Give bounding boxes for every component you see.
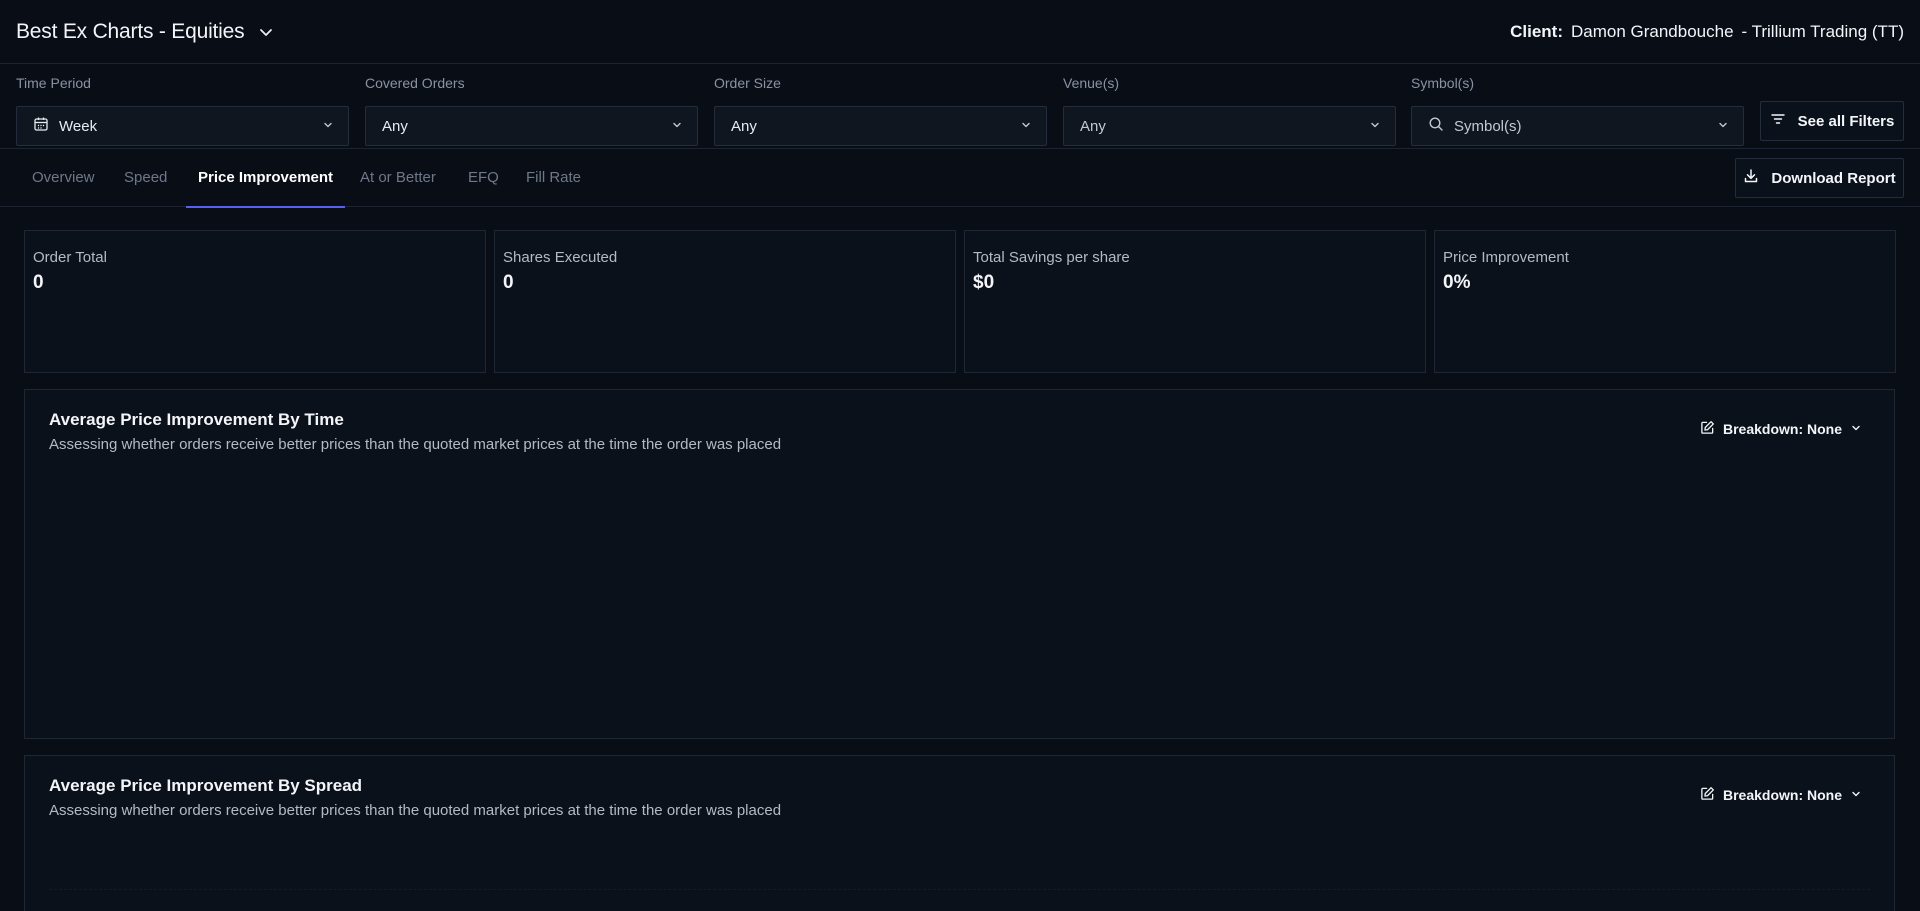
panel-subtitle: Assessing whether orders receive better … <box>49 436 782 453</box>
chart-plot-area <box>49 490 1870 720</box>
filter-order-size: Order Size Any <box>714 74 1047 146</box>
tab-at-or-better[interactable]: At or Better <box>348 149 448 207</box>
dashboard-selector[interactable]: Best Ex Charts - Equities <box>16 20 274 44</box>
breakdown-dropdown[interactable]: Breakdown: None <box>1700 786 1862 804</box>
chevron-down-icon <box>1850 787 1862 803</box>
panel-title: Average Price Improvement By Spread <box>49 776 363 795</box>
venues-select[interactable]: Any <box>1063 106 1396 146</box>
calendar-icon <box>33 116 49 136</box>
chevron-down-icon <box>1369 118 1381 135</box>
chevron-down-icon <box>1020 118 1032 135</box>
time-period-value: Week <box>59 117 98 135</box>
panel-title: Average Price Improvement By Time <box>49 410 344 429</box>
see-all-filters-button[interactable]: See all Filters <box>1760 101 1904 141</box>
filter-label: Venue(s) <box>1063 75 1120 91</box>
breakdown-label: Breakdown: None <box>1722 421 1842 437</box>
download-report-button[interactable]: Download Report <box>1735 158 1904 198</box>
filter-time-period: Time Period Week <box>16 74 349 146</box>
client-info: Client: Damon Grandbouche - Trillium Tra… <box>1510 22 1904 42</box>
filter-covered-orders: Covered Orders Any <box>365 74 698 146</box>
tab-price-improvement[interactable]: Price Improvement <box>186 149 346 208</box>
stat-label: Order Total <box>33 249 107 266</box>
chart-plot-area <box>49 856 1870 911</box>
covered-orders-select[interactable]: Any <box>365 106 698 146</box>
tab-overview[interactable]: Overview <box>20 149 107 207</box>
top-header: Best Ex Charts - Equities Client: Damon … <box>0 0 1920 64</box>
covered-orders-value: Any <box>382 117 408 135</box>
filter-label: Order Size <box>714 75 781 91</box>
time-period-select[interactable]: Week <box>16 106 349 146</box>
filter-label: Covered Orders <box>365 75 465 91</box>
tab-speed[interactable]: Speed <box>112 149 179 207</box>
stat-value: 0 <box>33 272 44 293</box>
stat-label: Price Improvement <box>1443 249 1569 266</box>
download-report-label: Download Report <box>1771 169 1896 187</box>
chevron-down-icon <box>258 24 274 40</box>
search-icon <box>1428 116 1444 136</box>
tab-bar: Overview Speed Price Improvement At or B… <box>0 149 1920 208</box>
filter-symbols: Symbol(s) Symbol(s) <box>1411 74 1744 146</box>
chevron-down-icon <box>1717 118 1729 135</box>
stat-shares-executed: Shares Executed 0 <box>494 230 956 373</box>
symbols-placeholder: Symbol(s) <box>1454 117 1522 135</box>
stat-value: 0% <box>1443 272 1471 293</box>
tab-efq[interactable]: EFQ <box>456 149 511 207</box>
edit-icon <box>1700 786 1715 804</box>
tab-fill-rate[interactable]: Fill Rate <box>514 149 593 207</box>
order-size-value: Any <box>731 117 757 135</box>
stat-value: 0 <box>503 272 514 293</box>
symbols-search[interactable]: Symbol(s) <box>1411 106 1744 146</box>
client-name: Damon Grandbouche <box>1570 21 1734 41</box>
stat-label: Total Savings per share <box>973 249 1130 266</box>
filter-label: Symbol(s) <box>1411 75 1475 91</box>
venues-value: Any <box>1080 117 1106 135</box>
panel-subtitle: Assessing whether orders receive better … <box>49 802 782 819</box>
client-label: Client: <box>1510 21 1563 41</box>
stat-order-total: Order Total 0 <box>24 230 486 373</box>
edit-icon <box>1700 420 1715 438</box>
chevron-down-icon <box>322 118 334 135</box>
breakdown-dropdown[interactable]: Breakdown: None <box>1700 420 1862 438</box>
chevron-down-icon <box>671 118 683 135</box>
chart-panel-by-time: Average Price Improvement By Time Assess… <box>24 389 1895 739</box>
stat-label: Shares Executed <box>503 249 618 266</box>
filter-label: Time Period <box>16 75 91 91</box>
client-firm: - Trillium Trading (TT) <box>1741 21 1904 41</box>
page-title: Best Ex Charts - Equities <box>16 19 245 43</box>
chart-panel-by-spread: Average Price Improvement By Spread Asse… <box>24 755 1895 911</box>
download-icon <box>1743 168 1759 188</box>
stat-value: $0 <box>973 272 995 293</box>
filter-icon <box>1770 111 1786 131</box>
gridline <box>49 889 1870 890</box>
breakdown-label: Breakdown: None <box>1722 787 1842 803</box>
see-all-filters-label: See all Filters <box>1797 112 1895 130</box>
order-size-select[interactable]: Any <box>714 106 1047 146</box>
filter-venues: Venue(s) Any <box>1063 74 1396 146</box>
stat-price-improvement: Price Improvement 0% <box>1434 230 1896 373</box>
chevron-down-icon <box>1850 421 1862 437</box>
filter-bar: Time Period Week Covered Orders Any Orde… <box>0 64 1920 149</box>
stat-total-savings: Total Savings per share $0 <box>964 230 1426 373</box>
